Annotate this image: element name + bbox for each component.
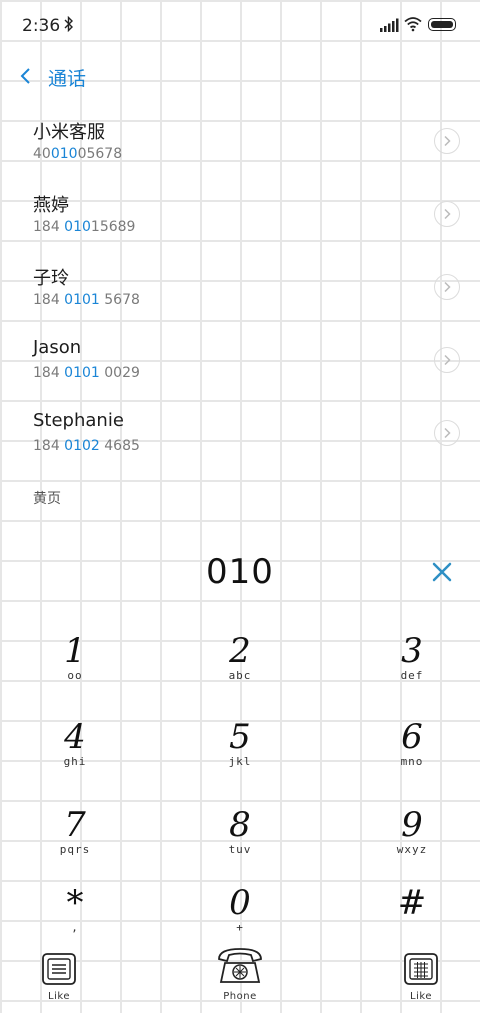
key-8[interactable]: 8 tuv <box>175 806 305 886</box>
section-label-yellow-pages[interactable]: 黄页 <box>33 488 61 508</box>
status-bar: 2:36 <box>0 0 480 52</box>
dialpad-icon <box>404 953 438 985</box>
contact-name: 燕婷 <box>33 195 69 216</box>
bluetooth-icon <box>64 16 73 32</box>
contact-name: Stephanie <box>33 410 124 431</box>
contact-name: 小米客服 <box>33 122 105 143</box>
key-9[interactable]: 9 wxyz <box>347 806 477 886</box>
status-time: 2:36 <box>22 16 61 36</box>
contact-detail-button[interactable] <box>434 274 460 300</box>
chevron-right-icon <box>444 208 451 220</box>
dialpad-label: Like <box>410 991 432 1002</box>
contact-number: 184 0102 4685 <box>33 438 140 454</box>
contact-number: 4001005678 <box>33 146 123 162</box>
key-1[interactable]: 1 oo <box>10 632 140 712</box>
top-bar: 通话 <box>0 52 480 102</box>
menu-label: Like <box>48 991 70 1002</box>
key-2[interactable]: 2 abc <box>175 632 305 712</box>
call-label: Phone <box>223 991 257 1002</box>
phone-icon <box>218 948 262 983</box>
call-button[interactable]: Phone <box>214 946 266 1002</box>
chevron-right-icon <box>444 354 451 366</box>
key-7[interactable]: 7 pqrs <box>10 806 140 886</box>
contact-row[interactable]: 子玲 184 0101 5678 <box>0 258 480 328</box>
menu-button[interactable]: Like <box>38 952 80 1002</box>
key-6[interactable]: 6 mno <box>347 718 477 798</box>
chevron-right-icon <box>444 281 451 293</box>
contact-detail-button[interactable] <box>434 347 460 373</box>
contact-row[interactable]: Jason 184 0101 0029 <box>0 331 480 401</box>
menu-icon <box>42 953 76 985</box>
contact-row[interactable]: 燕婷 184 01015689 <box>0 185 480 255</box>
contact-number: 184 0101 0029 <box>33 365 140 381</box>
signal-icon <box>380 18 399 32</box>
contact-detail-button[interactable] <box>434 128 460 154</box>
contact-number: 184 01015689 <box>33 219 136 235</box>
contact-name: Jason <box>33 337 82 358</box>
contact-name: 子玲 <box>33 268 69 289</box>
key-5[interactable]: 5 jkl <box>175 718 305 798</box>
bottom-bar: Like Phone Like <box>0 940 480 1013</box>
chevron-right-icon <box>444 427 451 439</box>
contact-detail-button[interactable] <box>434 420 460 446</box>
dialpad-toggle-button[interactable]: Like <box>400 952 442 1002</box>
contact-row[interactable]: 小米客服 4001005678 <box>0 112 480 182</box>
key-4[interactable]: 4 ghi <box>10 718 140 798</box>
chevron-right-icon <box>444 135 451 147</box>
back-arrow-icon[interactable] <box>18 66 34 86</box>
dialed-number: 010 <box>206 552 274 592</box>
contact-detail-button[interactable] <box>434 201 460 227</box>
contact-row[interactable]: Stephanie 184 0102 4685 <box>0 404 480 474</box>
page-title: 通话 <box>48 68 87 90</box>
clear-icon[interactable] <box>430 560 454 584</box>
key-3[interactable]: 3 def <box>347 632 477 712</box>
battery-icon <box>428 18 456 31</box>
contact-number: 184 0101 5678 <box>33 292 140 308</box>
wifi-icon <box>404 17 422 32</box>
